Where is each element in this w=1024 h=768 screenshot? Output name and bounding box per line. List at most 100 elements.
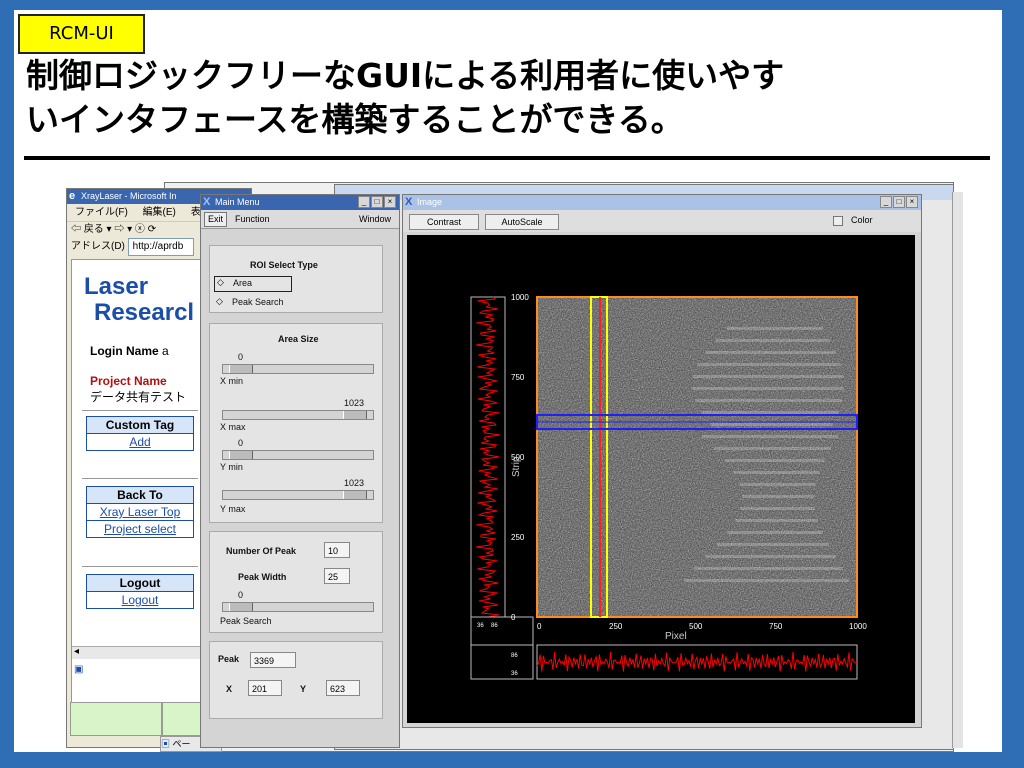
x-tick-label: 750 — [769, 622, 783, 631]
xmax-label: X max — [220, 422, 246, 432]
function-menu[interactable]: Function — [235, 210, 270, 228]
address-input[interactable]: http://aprdb — [127, 238, 194, 256]
slider-thumb[interactable] — [343, 411, 367, 419]
logout-box: Logout Logout — [86, 574, 194, 609]
minimize-icon[interactable]: _ — [880, 196, 892, 208]
divider — [82, 566, 198, 567]
peak-search-label: Peak Search — [220, 616, 272, 626]
maximize-icon[interactable]: □ — [371, 196, 383, 208]
main-menu-titlebar[interactable]: X Main Menu _ □ × — [201, 195, 399, 210]
peak-search-slider[interactable] — [222, 602, 374, 612]
ymin-label: Y min — [220, 462, 243, 472]
horizontal-scrollbar[interactable]: ◂ — [72, 646, 200, 659]
web-page: Laser Researcl Login Name a Project Name… — [71, 259, 203, 721]
bottom-panel-2 — [162, 702, 204, 736]
site-logo: Laser Researcl — [84, 274, 194, 326]
slider-thumb[interactable] — [229, 451, 253, 459]
bottom-tick-label: 86 — [511, 653, 518, 659]
peak-width-input[interactable]: 25 — [324, 568, 350, 584]
custom-tag-box: Custom Tag Add — [86, 416, 194, 451]
menu-edit[interactable]: 編集(E) — [143, 207, 176, 218]
headline-line-1: 制御ロジックフリーなGUIによる利用者に使いやす — [26, 56, 785, 95]
slider-thumb[interactable] — [229, 365, 253, 373]
ymax-label: Y max — [220, 504, 246, 514]
roi-title: ROI Select Type — [250, 260, 318, 270]
autoscale-button[interactable]: AutoScale — [485, 214, 559, 230]
slide: RCM-UI 制御ロジックフリーなGUIによる利用者に使いやす いインタフェース… — [14, 10, 1002, 752]
page-icon: ▣ — [74, 664, 84, 675]
xmax-slider[interactable] — [222, 410, 374, 420]
area-size-title: Area Size — [278, 334, 319, 344]
custom-tag-header: Custom Tag — [87, 417, 193, 434]
contrast-button[interactable]: Contrast — [409, 214, 479, 230]
spectral-band — [724, 459, 825, 462]
logout-link[interactable]: Logout — [87, 592, 193, 608]
spectral-band — [739, 483, 816, 486]
address-label: アドレス(D) — [71, 241, 125, 252]
headline-line-2: いインタフェースを構築することができる。 — [26, 100, 684, 139]
spectral-band — [702, 435, 838, 438]
xmin-slider[interactable] — [222, 364, 374, 374]
vertical-scrollbar[interactable] — [952, 192, 963, 748]
scroll-left-icon[interactable]: ◂ — [74, 646, 79, 657]
spectral-band — [695, 399, 843, 402]
headline-rule — [24, 156, 990, 160]
area-size-group: Area Size 0 X min 1023 X max 0 Y min 102… — [209, 323, 383, 523]
slider-thumb[interactable] — [343, 491, 367, 499]
ymax-slider[interactable] — [222, 490, 374, 500]
spectral-band — [701, 411, 839, 414]
ymin-slider[interactable] — [222, 450, 374, 460]
logo-line-2: Researcl — [94, 299, 195, 326]
xmin-value: 0 — [238, 352, 244, 362]
x-tick-label: 0 — [537, 622, 542, 631]
spectral-band — [740, 507, 815, 510]
xray-top-link[interactable]: Xray Laser Top — [87, 504, 193, 521]
roi-peak-option[interactable]: ◇ Peak Search — [214, 296, 334, 310]
radio-diamond-icon[interactable]: ◇ — [217, 277, 224, 288]
x-tick-label: 500 — [689, 622, 703, 631]
menu-file[interactable]: ファイル(F) — [75, 207, 128, 218]
x-tick-label: 250 — [609, 622, 623, 631]
spectral-band — [705, 351, 836, 354]
divider — [82, 478, 198, 479]
num-peak-input[interactable]: 10 — [324, 542, 350, 558]
y-label: Y — [300, 684, 307, 694]
window-controls[interactable]: _ □ × — [879, 196, 918, 208]
spectral-band — [692, 387, 844, 390]
y-value-field: 623 — [326, 680, 360, 696]
color-checkbox[interactable] — [833, 216, 843, 226]
close-icon[interactable]: × — [906, 196, 918, 208]
page-icon: ▣ — [161, 739, 171, 749]
spectral-band — [715, 339, 830, 342]
taskbar-label: ペー — [172, 739, 191, 749]
spectral-band — [713, 447, 831, 450]
plot-svg: 100075050025000 250 500 750 1000StripPixel36… — [470, 293, 867, 680]
radio-diamond-icon[interactable]: ◇ — [216, 296, 223, 307]
image-titlebar[interactable]: X Image _ □ × — [403, 195, 921, 210]
x-logo-icon: X — [203, 196, 211, 208]
spectral-band — [697, 363, 841, 366]
peak-search-value: 0 — [238, 590, 244, 600]
window-menu[interactable]: Window — [359, 210, 391, 228]
exit-button[interactable]: Exit — [204, 212, 228, 227]
page-icon-row: ▣ — [74, 664, 83, 675]
spectral-band — [710, 423, 833, 426]
project-select-link[interactable]: Project select — [87, 521, 193, 537]
xmin-label: X min — [220, 376, 244, 386]
slider-thumb[interactable] — [229, 603, 253, 611]
num-peak-label: Number Of Peak — [226, 546, 297, 556]
maximize-icon[interactable]: □ — [893, 196, 905, 208]
bottom-panel — [70, 702, 162, 736]
back-to-box: Back To Xray Laser Top Project select — [86, 486, 194, 538]
ymin-value: 0 — [238, 438, 244, 448]
minimize-icon[interactable]: _ — [358, 196, 370, 208]
add-link[interactable]: Add — [87, 434, 193, 450]
peak-value-field: 3369 — [250, 652, 296, 668]
spectral-band — [692, 375, 844, 378]
corner-box — [470, 616, 534, 646]
close-icon[interactable]: × — [384, 196, 396, 208]
main-menu-window[interactable]: X Main Menu _ □ × Exit Function Window ROI… — [200, 194, 400, 748]
roi-area-option[interactable]: ◇ Area — [214, 276, 292, 292]
window-controls[interactable]: _ □ × — [357, 196, 396, 208]
image-window[interactable]: X Image _ □ × Contrast AutoScale Color 1… — [402, 194, 922, 728]
